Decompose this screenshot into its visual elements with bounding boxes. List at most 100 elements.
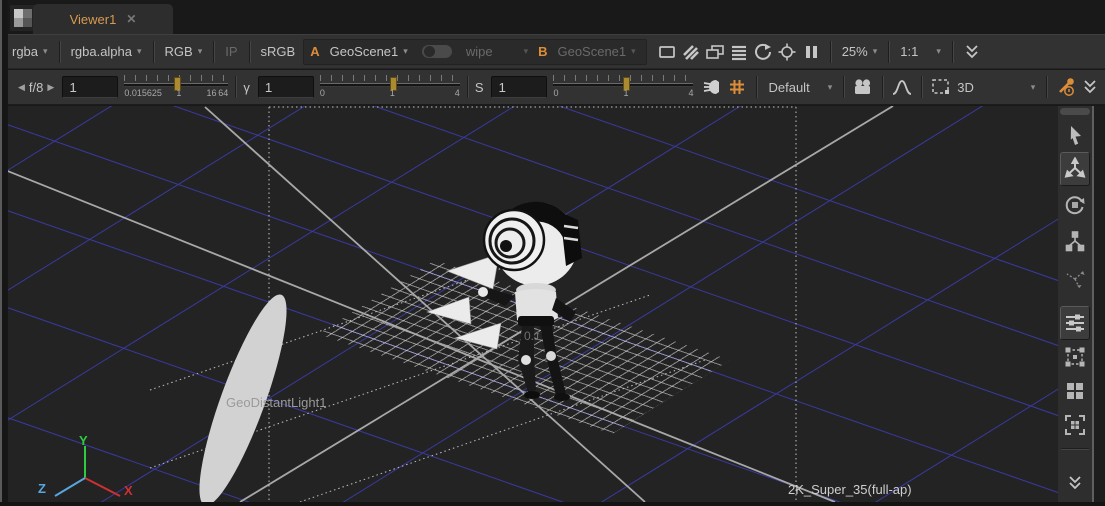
- checkerboard-icon[interactable]: [679, 40, 703, 64]
- fstop-label[interactable]: f/8: [25, 80, 47, 95]
- scene-overlay: [8, 106, 1092, 502]
- gain-input[interactable]: [62, 76, 118, 98]
- headlamp-icon[interactable]: [701, 75, 725, 99]
- input-process-button[interactable]: IP: [221, 44, 241, 59]
- lighting-mode-dropdown[interactable]: Default ▾: [764, 80, 836, 95]
- separator: [952, 41, 953, 63]
- sidebar-divider: [1061, 448, 1089, 449]
- saturation-slider[interactable]: 0 1 4: [553, 74, 693, 100]
- tick-label: 4: [455, 89, 460, 98]
- channel-select-label: RGB: [165, 44, 193, 59]
- colorspace-label: sRGB: [261, 44, 296, 59]
- chevron-down-icon: ▾: [198, 47, 203, 56]
- fit-to-frame-tool[interactable]: [1062, 412, 1088, 438]
- toggle-knob-icon: [424, 46, 435, 57]
- separator: [888, 41, 889, 63]
- input-a-value: GeoScene1: [330, 44, 399, 59]
- translate-tool[interactable]: [1060, 152, 1090, 186]
- viewport-3d[interactable]: GeoDistantLight1 0.1 2K_Super_35(full-ap…: [8, 106, 1092, 502]
- camera-icon[interactable]: [851, 75, 875, 99]
- tab-bar: Viewer1 ✕: [8, 0, 1105, 34]
- separator: [756, 76, 757, 98]
- pivot-tool[interactable]: [1062, 228, 1088, 254]
- tick-label: 0: [320, 89, 325, 98]
- right-edge-scroll-track[interactable]: [1092, 106, 1105, 502]
- proxy-scale-dropdown[interactable]: 1:1 ▾: [896, 44, 945, 59]
- saturation-input[interactable]: [491, 76, 547, 98]
- view-mode-dropdown[interactable]: 3D ▾: [953, 80, 1039, 95]
- collapse-controls-icon[interactable]: [1078, 75, 1102, 99]
- window-left-border: [0, 0, 8, 506]
- wipe-toggle[interactable]: [422, 45, 452, 58]
- snap-tool[interactable]: [1062, 266, 1088, 292]
- axis-z-label: Z: [38, 482, 46, 495]
- full-frame-icon[interactable]: [655, 40, 679, 64]
- tab-viewer1[interactable]: Viewer1 ✕: [33, 4, 173, 34]
- collapse-toolbar-icon[interactable]: [960, 40, 984, 64]
- rotate-tool[interactable]: [1062, 192, 1088, 218]
- marquee-select-icon[interactable]: [929, 75, 953, 99]
- wipe-mode-label: wipe: [466, 44, 493, 59]
- layer-select-label: rgba: [12, 44, 38, 59]
- separator: [882, 76, 883, 98]
- next-view-icon[interactable]: ▶: [47, 82, 54, 93]
- tab-close-icon[interactable]: ✕: [126, 12, 136, 26]
- layer-select-dropdown[interactable]: rgba ▾: [8, 44, 52, 59]
- pause-icon[interactable]: [799, 40, 823, 64]
- alpha-select-label: rgba.alpha: [71, 44, 132, 59]
- wipe-mode-dropdown[interactable]: wipe ▾: [462, 44, 532, 59]
- format-name-label: 2K_Super_35(full-ap): [788, 483, 912, 496]
- tick-label: 0: [553, 89, 558, 98]
- tool-sidebar: [1058, 106, 1092, 502]
- tab-label: Viewer1: [70, 12, 117, 27]
- input-a-dropdown[interactable]: GeoScene1 ▾: [326, 44, 412, 59]
- input-b-dropdown[interactable]: GeoScene1 ▾: [553, 44, 639, 59]
- tick-label: 0.015625: [124, 89, 162, 98]
- chevron-down-icon: ▾: [43, 47, 48, 56]
- channel-select-dropdown[interactable]: RGB ▾: [161, 44, 207, 59]
- roi-target-icon[interactable]: [775, 40, 799, 64]
- gamma-slider[interactable]: 0 1 4: [320, 74, 460, 100]
- light-cones: [427, 254, 501, 349]
- zoom-level-value: 25%: [842, 44, 868, 59]
- split-view-tool[interactable]: [1062, 378, 1088, 404]
- overlay-compare-icon[interactable]: [703, 40, 727, 64]
- refresh-icon[interactable]: [751, 40, 775, 64]
- tick-label: 4: [688, 89, 693, 98]
- gamma-input[interactable]: [258, 76, 314, 98]
- separator: [59, 41, 60, 63]
- chevron-down-icon: ▾: [936, 47, 941, 56]
- nuke-viewer-window: Viewer1 ✕ rgba ▾ rgba.alpha ▾ RGB ▾ IP s…: [0, 0, 1105, 506]
- grid-overlay-icon[interactable]: [725, 75, 749, 99]
- chevron-down-icon: ▾: [631, 47, 636, 56]
- input-a-letter: A: [310, 44, 319, 59]
- robot-model: [478, 202, 582, 401]
- input-b-value: GeoScene1: [557, 44, 626, 59]
- color-sample-eyedropper-icon[interactable]: [1054, 75, 1078, 99]
- separator: [1046, 76, 1047, 98]
- distant-light-name-label: GeoDistantLight1: [226, 396, 326, 409]
- separator: [249, 41, 250, 63]
- frame-selected-tool[interactable]: [1062, 344, 1088, 370]
- axis-x-label: X: [124, 484, 133, 497]
- viewer-toolbar-top: rgba ▾ rgba.alpha ▾ RGB ▾ IP sRGB A GeoS…: [8, 34, 1105, 69]
- collapse-sidebar-icon[interactable]: [1062, 470, 1088, 496]
- zoom-level-dropdown[interactable]: 25% ▾: [838, 44, 882, 59]
- gain-slider[interactable]: 0.015625 1 16 64: [124, 74, 228, 100]
- horizontal-scrollbar-handle[interactable]: [1060, 108, 1090, 115]
- separator: [830, 41, 831, 63]
- ab-compare-group: A GeoScene1 ▾ wipe ▾ B GeoScene1 ▾: [303, 39, 646, 65]
- chevron-down-icon: ▾: [873, 47, 878, 56]
- scanlines-icon[interactable]: [727, 40, 751, 64]
- proxy-scale-value: 1:1: [900, 44, 918, 59]
- select-cursor-tool[interactable]: [1062, 122, 1088, 148]
- axis-y-label: Y: [79, 434, 88, 447]
- alpha-select-dropdown[interactable]: rgba.alpha ▾: [67, 44, 146, 59]
- falloff-curve-icon[interactable]: [890, 75, 914, 99]
- tick-label: 1: [390, 89, 395, 98]
- separator: [235, 76, 236, 98]
- separator: [153, 41, 154, 63]
- colorspace-button[interactable]: sRGB: [257, 44, 300, 59]
- multi-slider-layout-tool[interactable]: [1060, 306, 1090, 340]
- prev-view-icon[interactable]: ◀: [18, 82, 25, 93]
